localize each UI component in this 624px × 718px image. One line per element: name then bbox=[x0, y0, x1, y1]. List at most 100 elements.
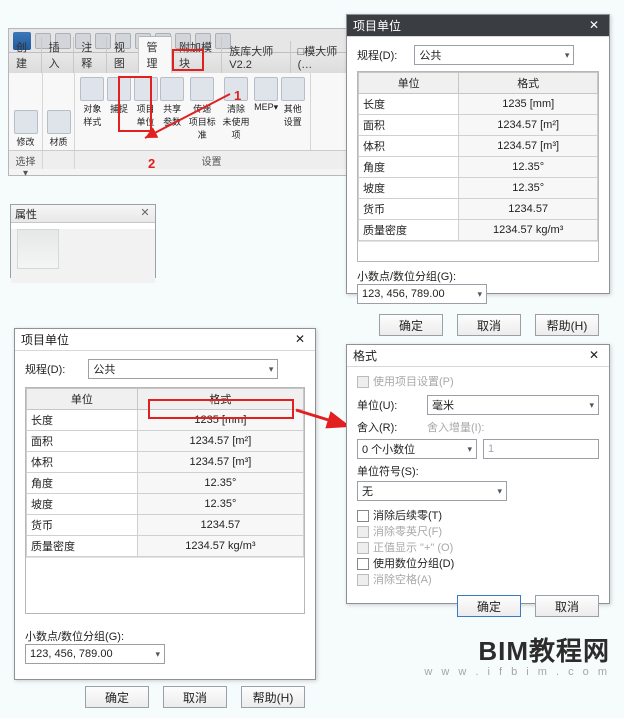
chevron-down-icon: ▾ bbox=[155, 649, 160, 660]
round-increment-input: 1 bbox=[483, 439, 599, 459]
annotation-box bbox=[148, 399, 294, 419]
ok-button[interactable]: 确定 bbox=[457, 595, 521, 617]
checkbox-icon bbox=[357, 542, 369, 554]
help-button[interactable]: 帮助(H) bbox=[535, 314, 599, 336]
format-dialog: 格式 ✕ 使用项目设置(P) 单位(U): 毫米▾ 舍入(R): 舍入增量(I)… bbox=[346, 344, 610, 604]
cursor-icon bbox=[14, 110, 38, 134]
table-row: 坡度12.35° bbox=[27, 494, 304, 515]
project-units-dialog-small: 项目单位 ✕ 规程(D): 公共▾ 单位格式 长度1235 [mm] 面积123… bbox=[346, 14, 610, 294]
unit-label: 单位(U): bbox=[357, 397, 427, 413]
table-row: 质量密度1234.57 kg/m³ bbox=[27, 536, 304, 557]
site-logo: BIM教程网 w w w . i f b i m . c o m bbox=[424, 631, 610, 678]
logo-text: BIM教程网 bbox=[424, 631, 610, 668]
tab-create[interactable]: 创建 bbox=[9, 37, 42, 73]
discipline-label: 规程(D): bbox=[357, 50, 397, 62]
tab-annotate[interactable]: 注释 bbox=[74, 37, 107, 73]
col-unit: 单位 bbox=[359, 73, 459, 94]
ribbon-panel-labels: 选择 ▾ 设置 bbox=[9, 151, 349, 169]
ok-button[interactable]: 确定 bbox=[85, 686, 149, 708]
cancel-button[interactable]: 取消 bbox=[535, 595, 599, 617]
table-row: 货币1234.57 bbox=[359, 199, 598, 220]
cancel-button[interactable]: 取消 bbox=[457, 314, 521, 336]
tab-modelmaster[interactable]: □模大师(… bbox=[291, 41, 349, 73]
col-format: 格式 bbox=[459, 73, 598, 94]
chevron-down-icon: ▾ bbox=[589, 400, 594, 411]
round-label: 舍入(R): bbox=[357, 419, 421, 435]
transfer-icon bbox=[190, 77, 214, 101]
checkbox-icon[interactable] bbox=[357, 510, 369, 522]
ok-button[interactable]: 确定 bbox=[379, 314, 443, 336]
tab-view[interactable]: 视图 bbox=[107, 37, 140, 73]
ribbon-panels: 修改 材质 对象 样式 捕捉 项目单位 共享参数 传递项目标准 清除未使用项 M… bbox=[9, 73, 349, 151]
tab-famlib[interactable]: 族库大师V2.2 bbox=[222, 41, 290, 73]
object-style-button[interactable]: 对象 样式 bbox=[79, 77, 106, 128]
close-icon[interactable]: ✕ bbox=[139, 208, 151, 220]
properties-body bbox=[11, 229, 155, 283]
shared-param-button[interactable]: 共享参数 bbox=[159, 77, 186, 128]
tab-manage[interactable]: 管理 bbox=[139, 36, 172, 73]
checkbox-icon bbox=[357, 574, 369, 586]
checkbox-icon bbox=[357, 376, 369, 388]
table-row: 面积1234.57 [m²] bbox=[27, 431, 304, 452]
discipline-label: 规程(D): bbox=[25, 364, 65, 376]
object-style-icon bbox=[80, 77, 104, 101]
discipline-select[interactable]: 公共▾ bbox=[88, 359, 278, 379]
table-row: 坡度12.35° bbox=[359, 178, 598, 199]
properties-panel: 属性 ✕ bbox=[10, 204, 156, 278]
table-row: 角度12.35° bbox=[27, 473, 304, 494]
mep-button[interactable]: MEP▾ bbox=[253, 77, 280, 113]
addl-settings-button[interactable]: 其他 设置 bbox=[279, 77, 306, 128]
digit-group-checkbox[interactable]: 使用数位分组(D) bbox=[373, 558, 454, 570]
discipline-select[interactable]: 公共▾ bbox=[414, 45, 574, 65]
annotation-box bbox=[118, 76, 152, 132]
table-row: 角度12.35° bbox=[359, 157, 598, 178]
grouping-select[interactable]: 123, 456, 789.00▾ bbox=[25, 644, 165, 664]
table-row: 长度1235 [mm] bbox=[359, 94, 598, 115]
close-icon[interactable]: ✕ bbox=[585, 17, 603, 35]
strip-trailing-checkbox[interactable]: 消除后续零(T) bbox=[373, 510, 442, 522]
shared-param-icon bbox=[160, 77, 184, 101]
cancel-button[interactable]: 取消 bbox=[163, 686, 227, 708]
close-icon[interactable]: ✕ bbox=[585, 347, 603, 365]
annotation-box bbox=[172, 49, 204, 71]
checkbox-icon[interactable] bbox=[357, 558, 369, 570]
panel-title: 属性 bbox=[15, 206, 37, 222]
dialog-title: 项目单位 bbox=[353, 17, 401, 34]
transfer-button[interactable]: 传递项目标准 bbox=[185, 77, 219, 141]
tab-insert[interactable]: 插入 bbox=[42, 37, 75, 73]
help-button[interactable]: 帮助(H) bbox=[241, 686, 305, 708]
show-plus-checkbox: 正值显示 "+" (O) bbox=[373, 542, 453, 554]
purge-button[interactable]: 清除未使用项 bbox=[219, 77, 253, 141]
round-select[interactable]: 0 个小数位▾ bbox=[357, 439, 477, 459]
table-row: 面积1234.57 [m²] bbox=[359, 115, 598, 136]
gear-icon bbox=[281, 77, 305, 101]
panel-label-select[interactable]: 选择 ▾ bbox=[9, 151, 43, 169]
grouping-select[interactable]: 123, 456, 789.00▾ bbox=[357, 284, 487, 304]
material-button[interactable]: 材质 bbox=[44, 110, 74, 148]
project-units-dialog-large: 项目单位 ✕ 规程(D): 公共▾ 单位格式 长度1235 [mm] 面积123… bbox=[14, 328, 316, 680]
mep-icon bbox=[254, 77, 278, 101]
close-icon[interactable]: ✕ bbox=[291, 331, 309, 349]
chevron-down-icon: ▾ bbox=[477, 289, 482, 300]
checkbox-icon bbox=[357, 526, 369, 538]
table-row: 货币1234.57 bbox=[27, 515, 304, 536]
chevron-down-icon: ▾ bbox=[269, 364, 274, 375]
symbol-select[interactable]: 无▾ bbox=[357, 481, 507, 501]
table-row: 体积1234.57 [m³] bbox=[359, 136, 598, 157]
strip-feet-checkbox: 消除零英尺(F) bbox=[373, 526, 442, 538]
chevron-down-icon: ▾ bbox=[497, 486, 502, 497]
round-inc-label: 舍入增量(I): bbox=[427, 419, 599, 435]
thumbnail-icon bbox=[17, 229, 59, 269]
panel-label-settings[interactable]: 设置 bbox=[75, 151, 349, 169]
strip-space-checkbox: 消除空格(A) bbox=[373, 574, 432, 586]
logo-url: w w w . i f b i m . c o m bbox=[424, 666, 610, 678]
grouping-label: 小数点/数位分组(G): bbox=[357, 268, 599, 284]
symbol-label: 单位符号(S): bbox=[357, 463, 599, 479]
dialog-title: 格式 bbox=[353, 347, 377, 364]
unit-select[interactable]: 毫米▾ bbox=[427, 395, 599, 415]
use-project-settings-checkbox: 使用项目设置(P) bbox=[373, 376, 454, 388]
material-icon bbox=[47, 110, 71, 134]
modify-button[interactable]: 修改 bbox=[11, 110, 41, 148]
annotation-number-2: 2 bbox=[148, 156, 155, 171]
table-row: 质量密度1234.57 kg/m³ bbox=[359, 220, 598, 241]
